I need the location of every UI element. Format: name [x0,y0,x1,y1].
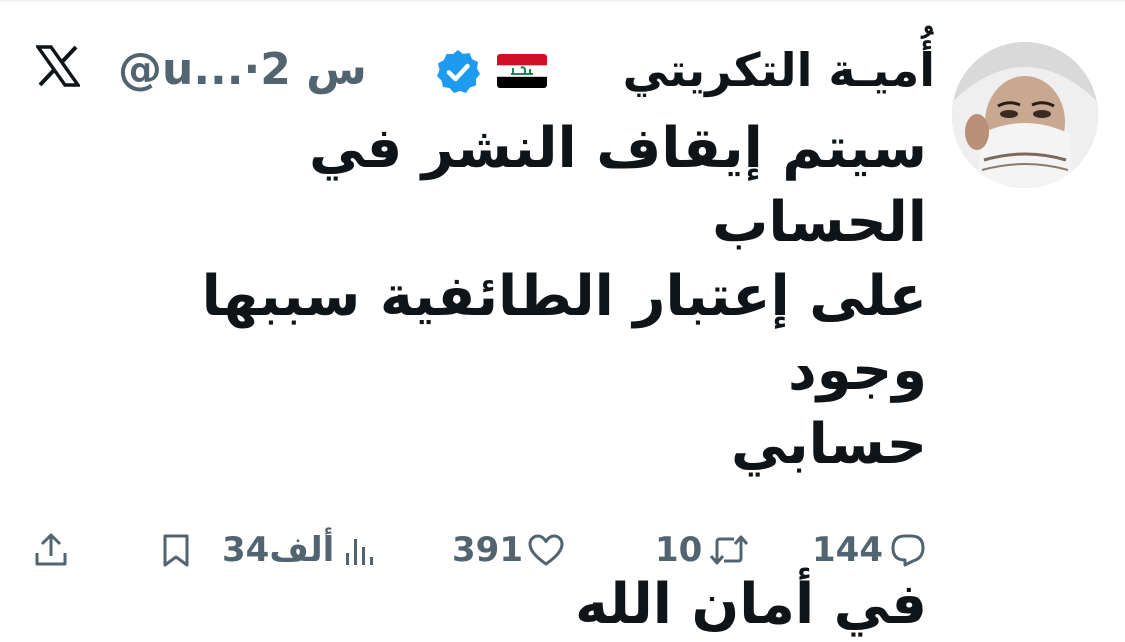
reply-icon [889,532,927,568]
tweet-header: @u...·2 س أُميـة التكريتي [20,38,935,108]
tweet-action-bar: 144 10 391 34ألف [0,520,1125,580]
iraq-flag-icon [497,54,547,88]
like-count: 391 [452,530,523,570]
like-button[interactable]: 391 [452,520,565,580]
avatar[interactable] [952,42,1098,188]
tweet-time[interactable]: 2 س [260,44,367,95]
share-button[interactable] [32,520,70,580]
share-icon [32,531,70,569]
bookmark-icon [160,532,192,568]
tweet-text-line: على إعتبار الطائفية سببها وجود [201,264,927,403]
heart-icon [527,532,565,568]
tweet-meta: @u...·2 س [118,38,367,102]
reply-count: 144 [812,530,883,570]
repost-icon [708,532,750,568]
repost-count: 10 [655,530,703,570]
verified-badge-icon[interactable] [434,48,482,96]
author-handle[interactable]: @u... [118,44,243,95]
author-display-name[interactable]: أُميـة التكريتي [623,38,935,102]
reply-button[interactable]: 144 [812,520,927,580]
views-button[interactable]: 34ألف [222,520,376,580]
tweet-text-line: سيتم إيقاف النشر في الحساب [308,116,927,255]
tweet-text-line: حسابي [730,412,927,477]
repost-button[interactable]: 10 [655,520,750,580]
avatar-image [952,42,1098,188]
tweet-card[interactable]: @u...·2 س أُميـة التكريتي سيتم إيقاف الن… [0,0,1125,637]
bookmark-button[interactable] [160,520,192,580]
meta-separator: · [243,44,261,95]
x-logo-icon[interactable] [34,38,82,94]
views-icon [344,533,376,567]
views-count: 34ألف [222,530,335,570]
